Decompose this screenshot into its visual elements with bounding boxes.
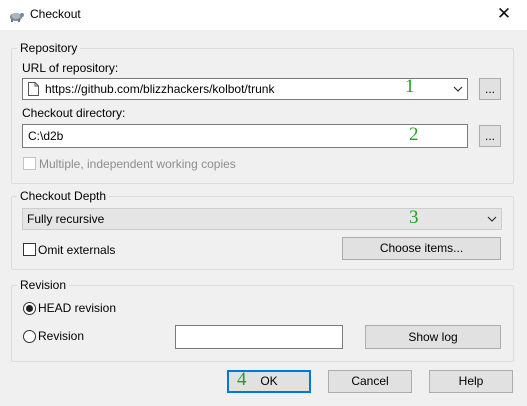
annotation-1: 1	[405, 76, 415, 97]
url-value: https://github.com/blizzhackers/kolbot/t…	[45, 82, 275, 96]
head-revision-label: HEAD revision	[38, 301, 117, 315]
tortoise-app-icon	[10, 13, 24, 22]
url-combobox[interactable]: https://github.com/blizzhackers/kolbot/t…	[22, 78, 468, 100]
omit-externals-label: Omit externals	[38, 243, 116, 257]
revision-group	[11, 285, 514, 362]
revision-radio[interactable]	[23, 330, 36, 343]
radio-selected-dot	[26, 305, 33, 312]
annotation-4: 4	[237, 369, 247, 390]
close-icon: ✕	[496, 4, 512, 24]
choose-items-label: Choose items...	[379, 241, 464, 255]
chevron-down-icon[interactable]	[486, 212, 498, 226]
url-browse-label: ...	[484, 82, 495, 96]
url-browse-button[interactable]: ...	[479, 78, 501, 100]
checkout-dir-input[interactable]: C:\d2b	[22, 124, 468, 148]
head-revision-radio[interactable]	[23, 302, 36, 315]
dir-browse-button[interactable]: ...	[479, 125, 501, 147]
depth-select[interactable]: Fully recursive	[22, 208, 502, 230]
show-log-button[interactable]: Show log	[365, 325, 501, 349]
url-label: URL of repository:	[22, 61, 119, 75]
annotation-3: 3	[409, 207, 419, 228]
annotation-2: 2	[409, 124, 419, 145]
multiple-copies-label: Multiple, independent working copies	[39, 157, 236, 171]
depth-selected-value: Fully recursive	[27, 212, 105, 226]
cancel-button[interactable]: Cancel	[328, 370, 412, 393]
repository-group-label: Repository	[17, 41, 81, 55]
cancel-label: Cancel	[351, 374, 389, 388]
help-button[interactable]: Help	[429, 370, 513, 393]
ok-label: OK	[260, 374, 278, 388]
document-icon	[28, 82, 39, 96]
choose-items-button[interactable]: Choose items...	[342, 237, 501, 260]
close-button[interactable]: ✕	[481, 0, 527, 30]
checkout-dir-label: Checkout directory:	[22, 106, 126, 120]
revision-input[interactable]	[175, 325, 343, 349]
checkout-depth-group-label: Checkout Depth	[17, 189, 110, 203]
revision-label: Revision	[38, 329, 85, 343]
dir-browse-label: ...	[484, 129, 495, 143]
multiple-copies-checkbox[interactable]	[23, 157, 36, 170]
chevron-down-icon[interactable]	[452, 82, 464, 96]
show-log-label: Show log	[408, 330, 458, 344]
omit-externals-checkbox[interactable]	[23, 243, 36, 256]
window-title: Checkout	[30, 7, 81, 21]
help-label: Help	[458, 374, 484, 388]
checkout-dir-value: C:\d2b	[28, 129, 64, 143]
title-bar: Checkout ✕	[0, 0, 527, 30]
revision-group-label: Revision	[17, 278, 70, 292]
